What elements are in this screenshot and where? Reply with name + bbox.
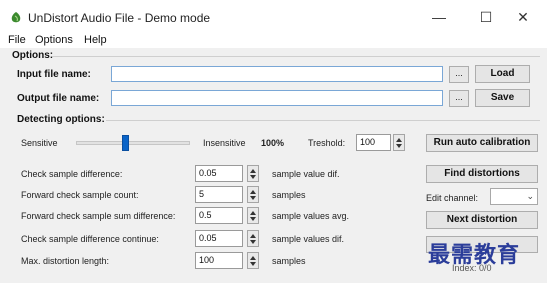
param-spinner-check-diff[interactable] [247,165,259,182]
param-spinner-diff-continue[interactable] [247,230,259,247]
next-distortion-button[interactable]: Next distortion [426,211,538,229]
param-unit-check-diff: sample value dif. [272,169,340,179]
run-calibration-button[interactable]: Run auto calibration [426,134,538,152]
options-divider [52,56,540,57]
param-input-diff-continue[interactable]: 0.05 [195,230,243,247]
param-label-max-length: Max. distortion length: [21,256,110,266]
save-button[interactable]: Save [475,89,530,107]
insensitive-label: Insensitive [203,138,246,148]
output-browse-button[interactable]: ... [449,90,469,107]
input-file-field[interactable] [111,66,443,82]
param-spinner-forward-sum[interactable] [247,207,259,224]
sensitivity-value: 100% [261,138,285,148]
menu-options[interactable]: Options [35,34,73,46]
param-input-max-length[interactable]: 100 [195,252,243,269]
menu-file[interactable]: File [8,34,26,46]
param-input-forward-sum[interactable]: 0.5 [195,207,243,224]
param-spinner-max-length[interactable] [247,252,259,269]
input-file-label: Input file name: [17,69,91,80]
threshold-input[interactable]: 100 [356,134,391,151]
minimize-button[interactable]: — [424,4,454,30]
menu-help[interactable]: Help [84,34,107,46]
param-label-forward-sum: Forward check sample sum difference: [21,211,176,221]
app-logo-icon [11,12,21,23]
chevron-down-icon: ⌄ [526,191,534,201]
output-file-label: Output file name: [17,93,100,104]
param-input-check-diff[interactable]: 0.05 [195,165,243,182]
sensitivity-slider-thumb[interactable] [121,135,129,151]
detecting-divider [106,120,540,121]
sensitivity-slider-track[interactable] [76,141,190,145]
param-unit-forward-sum: sample values avg. [272,211,350,221]
threshold-label: Treshold: [308,138,346,148]
param-unit-diff-continue: sample values dif. [272,234,345,244]
param-spinner-forward-count[interactable] [247,186,259,203]
input-browse-button[interactable]: ... [449,66,469,83]
param-label-forward-count: Forward check sample count: [21,190,139,200]
detecting-group-label: Detecting options: [17,114,105,125]
find-distortions-button[interactable]: Find distortions [426,165,538,183]
param-label-check-diff: Check sample difference: [21,169,123,179]
window-title: UnDistort Audio File - Demo mode [28,11,211,25]
menu-bar [0,34,547,48]
output-file-field[interactable] [111,90,443,106]
sensitive-label: Sensitive [21,138,58,148]
edit-channel-select[interactable]: ⌄ [490,188,538,205]
load-button[interactable]: Load [475,65,530,83]
watermark-text: 最需教育 [428,242,521,268]
param-input-forward-count[interactable]: 5 [195,186,243,203]
threshold-spinner[interactable] [393,134,405,151]
param-unit-forward-count: samples [272,190,306,200]
param-unit-max-length: samples [272,256,306,266]
maximize-button[interactable]: ☐ [471,4,501,30]
options-group-label: Options: [12,50,54,61]
close-button[interactable]: ✕ [508,4,538,30]
edit-channel-label: Edit channel: [426,193,479,203]
param-label-diff-continue: Check sample difference continue: [21,234,159,244]
